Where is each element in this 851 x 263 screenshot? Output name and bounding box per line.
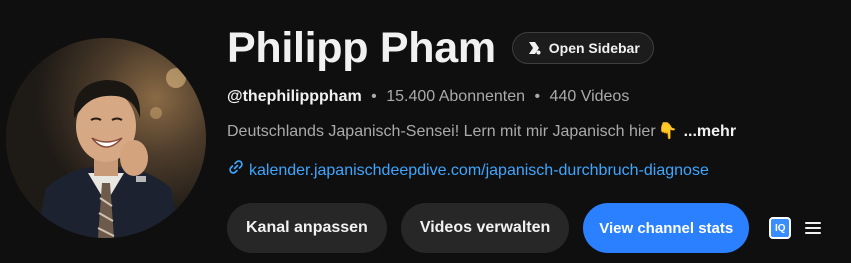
channel-meta: @thephilipppham • 15.400 Abonnenten • 44… [227,86,837,108]
open-sidebar-button[interactable]: Open Sidebar [511,32,654,64]
channel-actions: Kanal anpassen Videos verwalten View cha… [227,203,822,253]
channel-description[interactable]: Deutschlands Japanisch-Sensei! Lern mit … [227,121,837,143]
channel-name: Philipp Pham [227,24,496,72]
channel-handle[interactable]: @thephilipppham [227,88,362,105]
meta-separator: • [371,88,377,105]
iq-extension-icon[interactable]: IQ [769,217,792,239]
channel-link[interactable]: kalender.japanischdeepdive.com/japanisch… [227,158,837,183]
link-icon [227,158,245,183]
pointing-down-icon: 👇 [657,123,678,140]
video-count: 440 Videos [549,88,630,105]
title-row: Philipp Pham Open Sidebar [227,20,837,76]
manage-videos-button[interactable]: Videos verwalten [400,203,570,253]
view-channel-stats-button[interactable]: View channel stats [583,203,750,253]
sidebar-logo-icon [526,40,542,56]
channel-info: Philipp Pham Open Sidebar @thephilipppha… [227,20,837,183]
channel-avatar[interactable] [6,38,206,238]
hamburger-menu-icon[interactable] [805,221,822,235]
meta-separator: • [534,88,541,105]
customize-channel-button[interactable]: Kanal anpassen [227,203,387,253]
description-text: Deutschlands Japanisch-Sensei! Lern mit … [227,123,656,140]
channel-header: Philipp Pham Open Sidebar @thephilipppha… [0,0,851,263]
open-sidebar-label: Open Sidebar [548,40,640,56]
subscriber-count: 15.400 Abonnenten [386,88,526,105]
channel-link-text[interactable]: kalender.japanischdeepdive.com/japanisch… [249,160,709,182]
more-link[interactable]: ...mehr [684,121,736,143]
avatar-photo [6,38,206,238]
